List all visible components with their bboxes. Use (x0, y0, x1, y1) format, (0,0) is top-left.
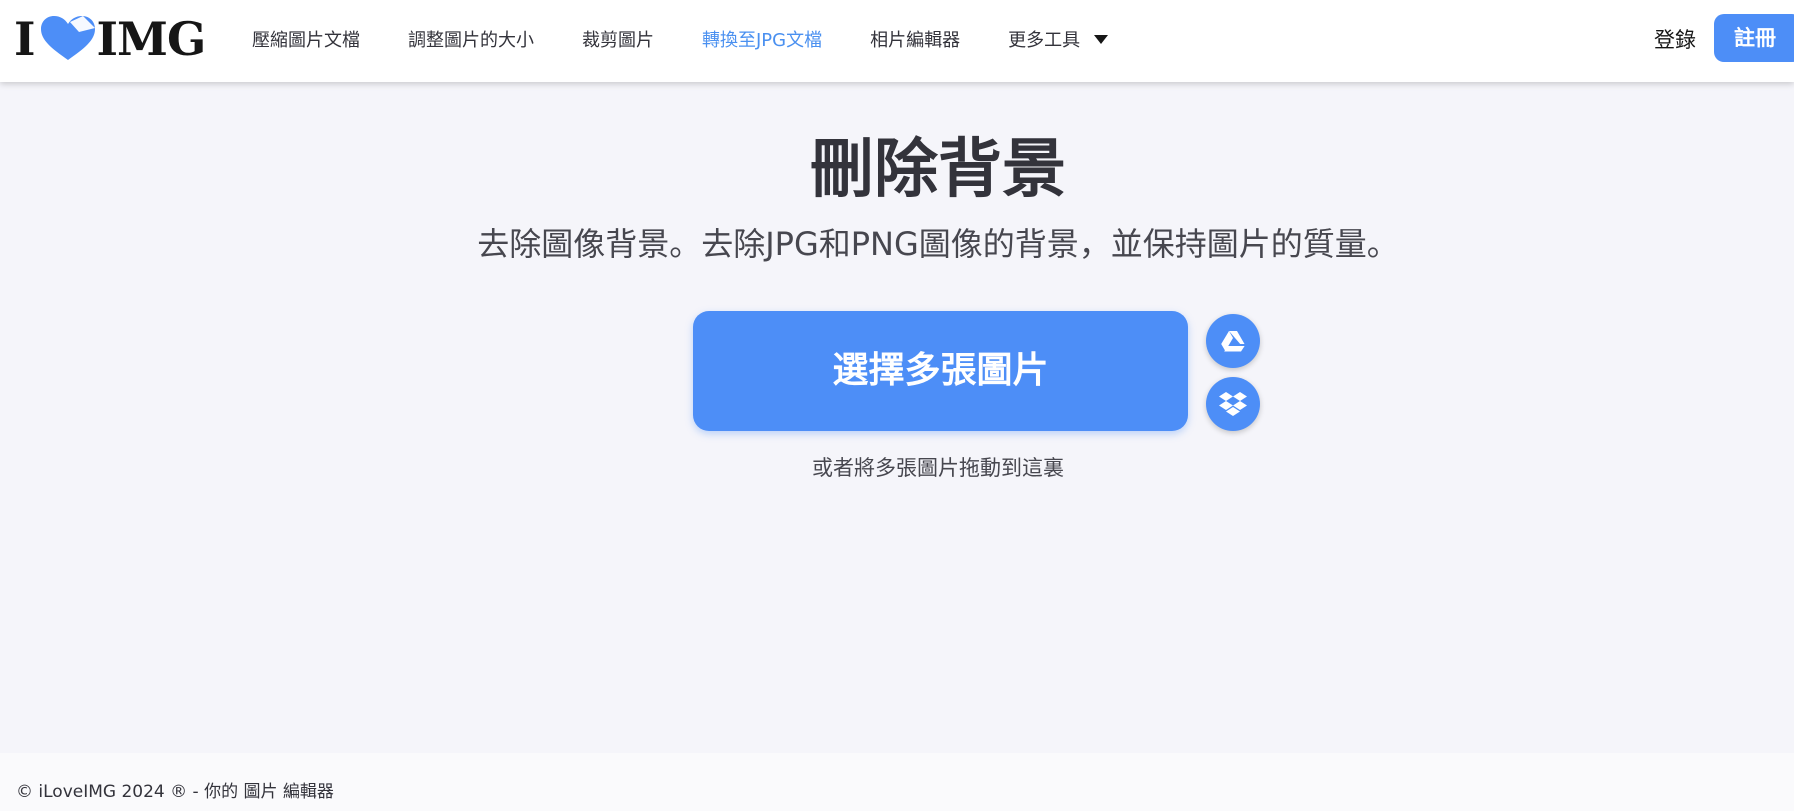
heart-icon (40, 16, 95, 60)
nav-compress[interactable]: 壓縮圖片文檔 (252, 26, 360, 52)
main-nav: 壓縮圖片文檔 調整圖片的大小 裁剪圖片 轉換至JPG文檔 相片編輯器 更多工具 (252, 0, 1156, 78)
nav-crop-label: 裁剪圖片 (582, 30, 654, 51)
login-link[interactable]: 登錄 (1654, 24, 1696, 54)
logo-text-left: I (14, 12, 36, 66)
logo-text-right: IMG (96, 12, 207, 66)
google-drive-icon (1221, 331, 1245, 352)
select-images-button[interactable]: 選擇多張圖片 (693, 311, 1188, 431)
top-header: I IMG 壓縮圖片文檔 調整圖片的大小 裁剪圖片 轉換至JPG文檔 相片編輯器… (0, 0, 1794, 82)
page-title: 刪除背景 (810, 133, 1066, 207)
nav-compress-label: 壓縮圖片文檔 (252, 30, 360, 51)
drop-hint: 或者將多張圖片拖動到這裏 (812, 456, 1064, 480)
dropbox-icon (1219, 392, 1247, 416)
nav-resize[interactable]: 調整圖片的大小 (408, 26, 534, 52)
nav-convert-jpg-label: 轉換至JPG文檔 (702, 30, 823, 51)
caret-down-icon (1094, 34, 1109, 44)
nav-more-tools-label: 更多工具 (1008, 30, 1081, 51)
nav-resize-label: 調整圖片的大小 (408, 30, 534, 51)
google-drive-button[interactable] (1206, 314, 1260, 368)
logo[interactable]: I IMG (14, 12, 207, 66)
footer: © iLoveIMG 2024 ® - 你的 圖片 編輯器 (0, 753, 1794, 811)
nav-crop[interactable]: 裁剪圖片 (582, 26, 654, 52)
footer-copyright: © iLoveIMG 2024 ® - 你的 圖片 編輯器 (16, 782, 334, 802)
nav-photo-editor[interactable]: 相片編輯器 (870, 26, 960, 52)
page-subtitle: 去除圖像背景。去除JPG和PNG圖像的背景，並保持圖片的質量。 (477, 225, 1399, 263)
nav-photo-editor-label: 相片編輯器 (870, 30, 961, 51)
nav-convert-jpg[interactable]: 轉換至JPG文檔 (702, 26, 822, 52)
signup-button[interactable]: 註冊 (1714, 14, 1794, 62)
dropbox-button[interactable] (1206, 377, 1260, 431)
nav-more-tools[interactable]: 更多工具 (1008, 26, 1109, 52)
